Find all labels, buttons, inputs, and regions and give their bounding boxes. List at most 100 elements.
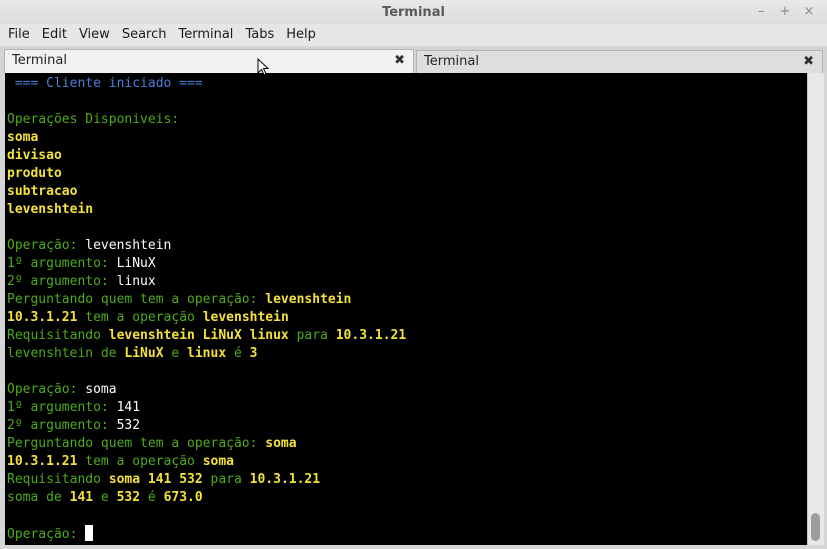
terminal-text: 1º argumento: (7, 400, 117, 415)
terminal-text: levenshtein de (7, 346, 125, 361)
terminal-line: 10.3.1.21 tem a operação levenshtein (7, 309, 406, 327)
menu-tabs[interactable]: Tabs (239, 24, 280, 46)
terminal-text: tem a operação (77, 310, 203, 325)
menu-bar: File Edit View Search Terminal Tabs Help (0, 24, 827, 46)
menu-terminal[interactable]: Terminal (172, 24, 239, 46)
terminal-text: divisao (7, 148, 62, 163)
terminal-text: e (163, 346, 188, 361)
menu-search[interactable]: Search (116, 24, 173, 46)
terminal-text: Perguntando quem tem a operação: (7, 292, 266, 307)
terminal-text: Requisitando (7, 472, 109, 487)
terminal-text: soma 141 532 (108, 472, 203, 487)
tab-terminal-1[interactable]: Terminal ✖ (4, 49, 414, 73)
terminal-line: Perguntando quem tem a operação: soma (7, 435, 406, 453)
terminal-text: 673.0 (163, 490, 203, 505)
terminal-text: === Cliente iniciado === (7, 76, 203, 91)
terminal-text: linux (187, 346, 227, 361)
terminal-text: LiNuX (116, 256, 156, 271)
terminal-text: 3 (249, 346, 258, 361)
terminal-text: 10.3.1.21 (7, 454, 78, 469)
terminal-text: Perguntando quem tem a operação: (7, 436, 266, 451)
terminal-text: LiNuX (124, 346, 164, 361)
terminal-text: linux (116, 274, 156, 289)
terminal-line: Operações Disponiveis: (7, 111, 406, 129)
terminal-text: levenshtein (85, 238, 172, 253)
terminal-line: soma (7, 129, 406, 147)
terminal-text: é (226, 346, 250, 361)
terminal-line: 2º argumento: linux (7, 273, 406, 291)
terminal-text: soma (265, 436, 297, 451)
terminal-text: 2º argumento: (7, 274, 117, 289)
terminal-text: levenshtein (265, 292, 352, 307)
terminal-lines: === Cliente iniciado === Operações Dispon… (7, 75, 406, 543)
terminal-text: levenshtein (7, 202, 94, 217)
terminal-line: Operação: (7, 525, 406, 543)
terminal-text: soma (85, 382, 117, 397)
tab-bar: Terminal ✖ Terminal ✖ (0, 47, 827, 73)
terminal-line: Requisitando levenshtein LiNuX linux par… (7, 327, 406, 345)
mouse-pointer-icon (257, 58, 269, 76)
terminal-text: tem a operação (77, 454, 203, 469)
terminal-line: produto (7, 165, 406, 183)
terminal-text: Operação: (7, 527, 86, 542)
menu-help[interactable]: Help (280, 24, 322, 46)
terminal-text: 532 (116, 418, 141, 433)
terminal-line: soma de 141 e 532 é 673.0 (7, 489, 406, 507)
terminal-text: 10.3.1.21 (7, 310, 78, 325)
title-bar[interactable]: Terminal – + × (0, 0, 827, 24)
terminal-text: soma de (7, 490, 70, 505)
terminal-text: e (93, 490, 117, 505)
terminal-output[interactable]: === Cliente iniciado === Operações Dispon… (5, 73, 807, 545)
terminal-text: 532 (116, 490, 141, 505)
terminal-text: 141 (116, 400, 141, 415)
terminal-line: levenshtein de LiNuX e linux é 3 (7, 345, 406, 363)
tab-close-icon[interactable]: ✖ (803, 51, 814, 73)
window-title: Terminal (382, 5, 445, 20)
terminal-text: levenshtein (202, 310, 289, 325)
terminal-line: levenshtein (7, 201, 406, 219)
terminal-line: 1º argumento: 141 (7, 399, 406, 417)
terminal-cursor (85, 525, 94, 541)
terminal-text: 10.3.1.21 (335, 328, 407, 343)
tab-close-icon[interactable]: ✖ (394, 50, 405, 72)
terminal-line: subtracao (7, 183, 406, 201)
terminal-text: 141 (69, 490, 94, 505)
terminal-text: 2º argumento: (7, 418, 117, 433)
close-icon[interactable]: × (801, 3, 817, 21)
terminal-text: Operação: (7, 238, 86, 253)
terminal-text: Requisitando (7, 328, 109, 343)
terminal-text: soma (202, 454, 234, 469)
terminal-line: 1º argumento: LiNuX (7, 255, 406, 273)
terminal-line: === Cliente iniciado === (7, 75, 406, 93)
menu-view[interactable]: View (73, 24, 116, 46)
tab-label: Terminal (424, 54, 479, 69)
menu-edit[interactable]: Edit (36, 24, 73, 46)
maximize-icon[interactable]: + (777, 3, 793, 21)
terminal-text: soma (7, 130, 39, 145)
terminal-text: 10.3.1.21 (249, 472, 321, 487)
terminal-text: para (288, 328, 336, 343)
terminal-text: é (140, 490, 164, 505)
window-controls: – + × (753, 3, 817, 21)
terminal-line: Operação: soma (7, 381, 406, 399)
scrollbar[interactable] (807, 73, 824, 545)
tab-terminal-2[interactable]: Terminal ✖ (416, 50, 823, 73)
scrollbar-thumb[interactable] (811, 513, 820, 541)
terminal-text: 1º argumento: (7, 256, 117, 271)
terminal-line: Requisitando soma 141 532 para 10.3.1.21 (7, 471, 406, 489)
minimize-icon[interactable]: – (753, 3, 769, 21)
terminal-line: 2º argumento: 532 (7, 417, 406, 435)
tab-label: Terminal (12, 53, 67, 68)
terminal-line: Operação: levenshtein (7, 237, 406, 255)
menu-file[interactable]: File (2, 24, 36, 46)
terminal-line: divisao (7, 147, 406, 165)
terminal-line: 10.3.1.21 tem a operação soma (7, 453, 406, 471)
terminal-text: Operações Disponiveis: (7, 112, 180, 127)
terminal-text: produto (7, 166, 62, 181)
terminal-text: para (202, 472, 250, 487)
terminal-text: Operação: (7, 382, 86, 397)
terminal-line: Perguntando quem tem a operação: levensh… (7, 291, 406, 309)
